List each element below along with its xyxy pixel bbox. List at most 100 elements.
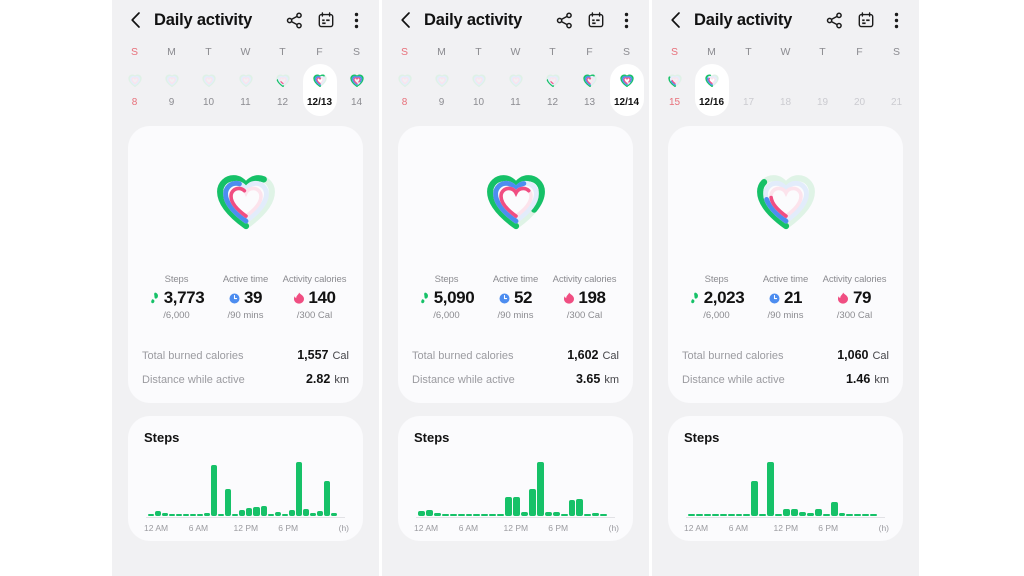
day-cell[interactable]: 18 [767, 64, 804, 113]
day-cell[interactable]: 14 [338, 64, 375, 113]
day-cell[interactable]: 10 [460, 64, 497, 113]
chart-axis-line [686, 517, 885, 518]
chart-unit-label: (h) [608, 523, 619, 533]
day-cell-selected[interactable]: 12/13 [301, 64, 338, 116]
calendar-icon[interactable] [587, 12, 604, 29]
metric-value: 39 [243, 288, 263, 307]
total-burned-calories-row: Total burned calories 1,557 Cal [142, 343, 349, 367]
dotted-leader [790, 379, 840, 380]
day-cell[interactable]: 9 [153, 64, 190, 113]
activity-summary-card: Steps 3,773/6,000 Active time 39/90 mins Act… [128, 126, 363, 403]
chart-bar [302, 508, 309, 516]
day-cell-selected[interactable]: 12/16 [693, 64, 730, 116]
metric-label: Steps [434, 274, 459, 285]
metric-goal: /300 Cal [296, 310, 333, 321]
row-unit: Cal [602, 350, 619, 362]
day-cell[interactable]: 17 [730, 64, 767, 113]
metric-value-row: 198 [550, 288, 619, 308]
day-cell[interactable]: 8 [386, 64, 423, 113]
summary-rows: Total burned calories 1,557 Cal Distance wh… [142, 343, 349, 391]
chart-bar [457, 514, 465, 516]
chart-bar [323, 481, 330, 516]
dotted-leader [250, 379, 300, 380]
weekday-header: M [437, 46, 446, 58]
more-vertical-icon[interactable] [618, 12, 635, 29]
chart-bar [330, 513, 337, 516]
more-vertical-icon[interactable] [888, 12, 905, 29]
flame-icon [838, 292, 849, 304]
back-button[interactable] [396, 10, 416, 30]
day-label: 10 [202, 97, 215, 108]
chart-bar [190, 514, 197, 516]
day-cell[interactable]: 8 [116, 64, 153, 113]
metric-value: 21 [783, 288, 803, 307]
metric-value-row: 5,090 [412, 288, 481, 308]
metric-goal: /6,000 [703, 310, 730, 321]
day-cell[interactable]: 15 [656, 64, 693, 113]
back-button[interactable] [666, 10, 686, 30]
chart-bar [155, 511, 162, 516]
chart-x-tick: 12 PM [773, 523, 799, 533]
chart-bar [806, 512, 814, 516]
weekday-header: S [670, 46, 678, 58]
day-ring-icon [195, 68, 223, 94]
day-ring-icon [846, 68, 874, 94]
share-icon[interactable] [826, 12, 843, 29]
metric-label: Activity calories [552, 274, 617, 285]
row-unit: km [874, 374, 889, 386]
day-label: 13 [583, 97, 596, 108]
calendar-icon[interactable] [857, 12, 874, 29]
day-label: 11 [240, 97, 251, 108]
day-cell[interactable]: 19 [804, 64, 841, 113]
chart-x-tick: 12 AM [414, 523, 439, 533]
distance-while-active-row: Distance while active 2.82 km [142, 367, 349, 391]
chart-bar [688, 514, 695, 516]
calendar-icon[interactable] [317, 12, 334, 29]
day-cell[interactable]: 11 [497, 64, 534, 113]
chart-unit-label: (h) [338, 523, 349, 533]
metric-activity-calories: Activity calories 198/300 Cal [550, 274, 619, 321]
row-label: Distance while active [682, 374, 785, 386]
day-cell[interactable]: 21 [878, 64, 915, 113]
weekday-header: S [622, 46, 630, 58]
metric-steps: Steps 3,773/6,000 [142, 274, 211, 321]
chart-bar [536, 461, 544, 516]
day-ring-icon [576, 68, 604, 94]
share-icon[interactable] [286, 12, 303, 29]
back-button[interactable] [126, 10, 146, 30]
row-value: 1,557 [297, 348, 329, 362]
distance-while-active-row: Distance while active 1.46 km [682, 367, 889, 391]
chart-bars [148, 454, 337, 516]
steps-bar-chart: 12 AM 6 AM 12 PM 6 PM (h) [144, 461, 349, 533]
chart-bar [783, 508, 790, 516]
weekday-header: M [707, 46, 716, 58]
day-cell[interactable]: 12 [534, 64, 571, 113]
chart-bar [695, 514, 703, 516]
weekday-header-row: SMTWTFS [656, 46, 915, 64]
metric-value-row: 2,023 [682, 288, 751, 308]
distance-while-active-row: Distance while active 3.65 km [412, 367, 619, 391]
metric-value: 2,023 [703, 288, 745, 307]
day-cell-selected[interactable]: 12/14 [608, 64, 645, 116]
day-ring-icon [306, 68, 334, 94]
more-vertical-icon[interactable] [348, 12, 365, 29]
day-cell[interactable]: 20 [841, 64, 878, 113]
chart-bar [204, 512, 211, 516]
day-cell[interactable]: 13 [571, 64, 608, 113]
flame-icon [293, 292, 304, 304]
share-icon[interactable] [556, 12, 573, 29]
steps-chart-card: Steps 12 AM 6 AM 12 PM 6 PM (h) [668, 416, 903, 541]
row-unit: km [334, 374, 349, 386]
day-cell[interactable]: 9 [423, 64, 460, 113]
metric-steps: Steps 2,023/6,000 [682, 274, 751, 321]
metric-goal: /300 Cal [566, 310, 603, 321]
row-value: 1.46 [845, 372, 871, 386]
week-strip: S M T W T F S 8 9 10 11 12 12/13 14 [112, 40, 379, 116]
day-cell[interactable]: 11 [227, 64, 264, 113]
day-row: 8 9 10 11 12 13 12/14 [386, 64, 645, 116]
day-cell[interactable]: 12 [264, 64, 301, 113]
metric-value-row: 3,773 [142, 288, 211, 308]
day-ring-icon [772, 68, 800, 94]
day-cell[interactable]: 10 [190, 64, 227, 113]
chart-bar [767, 461, 775, 516]
